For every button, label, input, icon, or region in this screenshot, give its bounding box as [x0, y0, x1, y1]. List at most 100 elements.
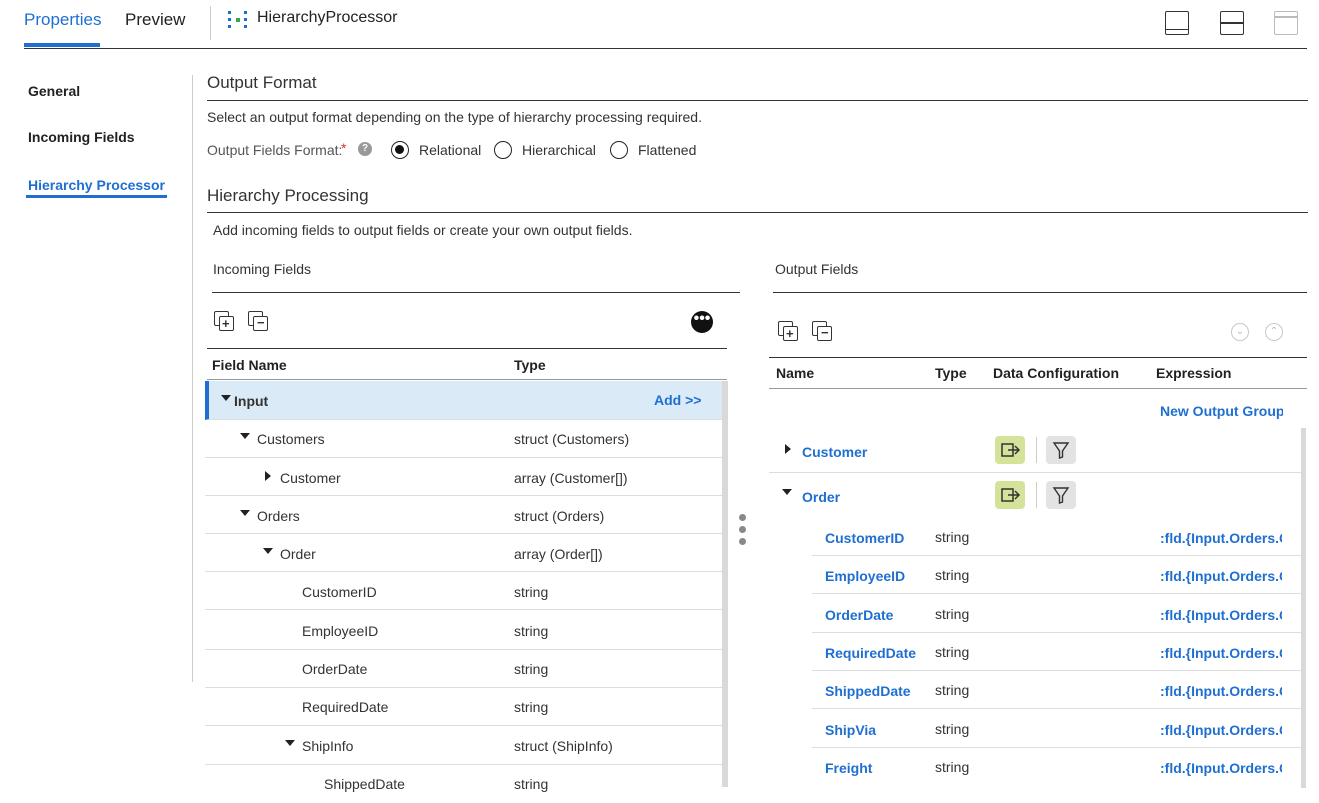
radio-flattened[interactable] — [610, 141, 628, 159]
panel-splitter-handle[interactable] — [738, 514, 746, 546]
filter-icon[interactable] — [1046, 481, 1076, 509]
help-icon[interactable]: ? — [358, 142, 372, 156]
output-field-type: string — [935, 529, 970, 545]
table-row[interactable]: OrderDate string — [205, 650, 723, 688]
panel-rule — [773, 292, 1307, 293]
output-field-name[interactable]: EmployeeID — [825, 568, 905, 584]
table-row[interactable]: Order array (Order[]) — [205, 534, 723, 572]
table-row[interactable]: Orders struct (Orders) — [205, 496, 723, 534]
output-field-expression[interactable]: :fld.{Input.Orders.C — [1160, 722, 1282, 738]
column-header-data-configuration[interactable]: Data Configuration — [993, 365, 1119, 381]
field-type: string — [514, 623, 549, 639]
field-name: Customer — [280, 470, 341, 486]
table-row[interactable]: ShipVia string :fld.{Input.Orders.C — [812, 709, 1301, 748]
output-field-name[interactable]: OrderDate — [825, 607, 893, 623]
column-header-type[interactable]: Type — [514, 357, 546, 373]
table-row[interactable]: ShippedDate string — [205, 765, 723, 803]
field-type: string — [514, 661, 549, 677]
layout-top-panel-icon[interactable] — [1274, 11, 1298, 35]
radio-relational-label: Relational — [419, 142, 482, 158]
table-row[interactable]: EmployeeID string — [205, 610, 723, 650]
new-output-group-link[interactable]: New Output Group — [1160, 403, 1283, 419]
table-row[interactable]: ShipInfo struct (ShipInfo) — [205, 726, 723, 765]
output-field-type: string — [935, 567, 970, 583]
table-row[interactable]: Customers struct (Customers) — [205, 420, 723, 458]
column-header-field-name[interactable]: Field Name — [212, 357, 287, 373]
table-row[interactable]: CustomerID string — [205, 572, 723, 610]
output-field-expression[interactable]: :fld.{Input.Orders.C — [1160, 568, 1282, 584]
group-name[interactable]: Order — [802, 489, 840, 505]
output-field-name[interactable]: ShippedDate — [825, 683, 911, 699]
collapse-arrow-icon[interactable] — [240, 433, 250, 439]
section-rule — [207, 212, 1308, 213]
field-type: struct (ShipInfo) — [514, 738, 613, 754]
output-field-expression[interactable]: :fld.{Input.Orders.C — [1160, 607, 1282, 623]
collapse-all-icon[interactable]: − — [248, 311, 270, 333]
move-up-icon[interactable]: ⌃ — [1265, 323, 1283, 341]
expand-arrow-icon[interactable] — [785, 444, 791, 454]
radio-hierarchical[interactable] — [494, 141, 512, 159]
table-row[interactable]: CustomerID string :fld.{Input.Orders.C — [812, 518, 1301, 556]
output-field-name[interactable]: CustomerID — [825, 530, 904, 546]
tab-preview[interactable]: Preview — [125, 10, 185, 30]
output-field-type: string — [935, 682, 970, 698]
field-type: string — [514, 776, 549, 792]
collapse-arrow-icon[interactable] — [782, 489, 792, 495]
table-header-rule — [769, 357, 1307, 358]
incoming-scrollbar[interactable] — [722, 381, 728, 787]
output-field-expression[interactable]: :fld.{Input.Orders.C — [1160, 683, 1282, 699]
app-title: HierarchyProcessor — [257, 9, 398, 26]
column-header-name[interactable]: Name — [776, 365, 814, 381]
field-name: Input — [234, 393, 269, 409]
table-row[interactable]: EmployeeID string :fld.{Input.Orders.C — [812, 556, 1301, 594]
radio-relational[interactable] — [391, 141, 409, 159]
collapse-all-icon[interactable]: − — [812, 321, 834, 343]
output-field-name[interactable]: RequiredDate — [825, 645, 916, 661]
field-type: struct (Orders) — [514, 508, 605, 524]
nav-incoming-fields[interactable]: Incoming Fields — [28, 129, 135, 145]
data-configuration-icon[interactable] — [995, 436, 1025, 464]
table-header-rule — [207, 348, 727, 349]
output-field-expression[interactable]: :fld.{Input.Orders.C — [1160, 530, 1282, 546]
table-row[interactable]: ShippedDate string :fld.{Input.Orders.C — [812, 671, 1301, 709]
layout-split-panel-icon[interactable] — [1220, 11, 1244, 35]
nav-general[interactable]: General — [28, 83, 80, 99]
output-field-expression[interactable]: :fld.{Input.Orders.C — [1160, 760, 1282, 776]
expand-all-icon[interactable]: + — [778, 321, 800, 343]
output-group-row[interactable]: Order — [769, 473, 1301, 518]
column-header-type[interactable]: Type — [935, 365, 967, 381]
collapse-arrow-icon[interactable] — [240, 510, 250, 516]
field-type: string — [514, 699, 549, 715]
tab-properties[interactable]: Properties — [24, 10, 101, 30]
collapse-arrow-icon[interactable] — [221, 395, 231, 401]
data-configuration-icon[interactable] — [995, 481, 1025, 509]
table-row[interactable]: Input Add >> — [205, 381, 723, 420]
table-row[interactable]: RequiredDate string — [205, 688, 723, 726]
output-field-expression[interactable]: :fld.{Input.Orders.C — [1160, 645, 1282, 661]
field-type: array (Order[]) — [514, 546, 603, 562]
collapse-arrow-icon[interactable] — [285, 740, 295, 746]
nav-hierarchy-processor[interactable]: Hierarchy Processor — [28, 177, 165, 193]
filter-icon[interactable] — [1046, 436, 1076, 464]
field-name: Orders — [257, 508, 300, 524]
output-field-name[interactable]: ShipVia — [825, 722, 876, 738]
more-options-icon[interactable]: ••• — [691, 311, 713, 333]
field-name: ShipInfo — [302, 738, 354, 754]
output-field-name[interactable]: Freight — [825, 760, 872, 776]
collapse-arrow-icon[interactable] — [263, 548, 273, 554]
divider — [1036, 437, 1037, 463]
output-scrollbar[interactable] — [1301, 428, 1306, 788]
move-down-icon[interactable]: ⌄ — [1231, 323, 1249, 341]
group-name[interactable]: Customer — [802, 444, 867, 460]
expand-arrow-icon[interactable] — [265, 471, 271, 481]
add-button[interactable]: Add >> — [654, 392, 701, 408]
table-row[interactable]: Freight string :fld.{Input.Orders.C — [812, 748, 1301, 786]
table-row[interactable]: RequiredDate string :fld.{Input.Orders.C — [812, 633, 1301, 671]
column-header-expression[interactable]: Expression — [1156, 365, 1231, 381]
field-name: RequiredDate — [302, 699, 389, 715]
output-group-row[interactable]: Customer — [769, 428, 1301, 473]
expand-all-icon[interactable]: + — [214, 311, 236, 333]
layout-bottom-panel-icon[interactable] — [1165, 11, 1189, 35]
table-row[interactable]: Customer array (Customer[]) — [205, 458, 723, 496]
table-row[interactable]: OrderDate string :fld.{Input.Orders.C — [812, 594, 1301, 633]
